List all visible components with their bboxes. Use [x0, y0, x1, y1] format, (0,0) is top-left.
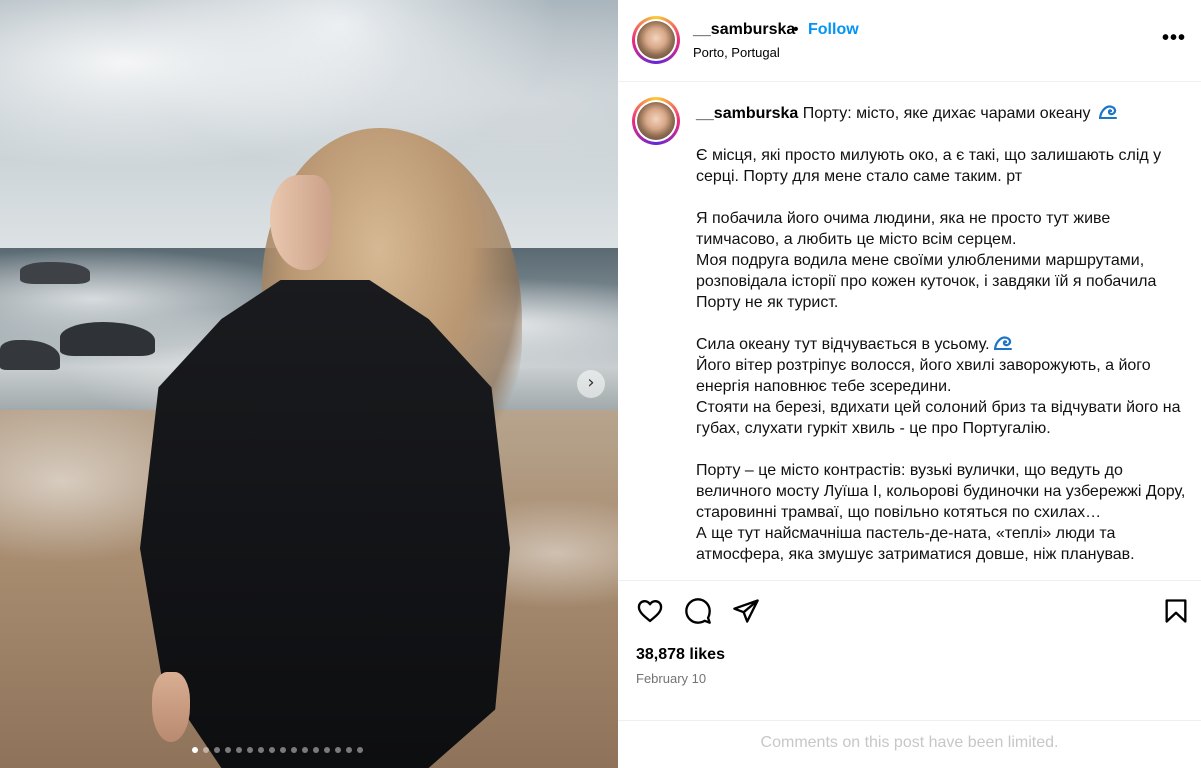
wave-emoji-icon	[1098, 105, 1117, 120]
carousel-dot[interactable]	[214, 747, 220, 753]
carousel-dot[interactable]	[258, 747, 264, 753]
follow-button[interactable]: Follow	[808, 21, 859, 39]
caption-avatar[interactable]	[632, 97, 680, 145]
chevron-right-icon: ›	[587, 372, 595, 393]
wave-emoji-icon	[993, 336, 1012, 351]
photo-jacket	[140, 280, 510, 768]
caption-paragraph: Порту – це місто контрастів: вузькі вули…	[696, 460, 1191, 565]
caption-line: Стояти на березі, вдихати цей солоний бр…	[696, 399, 1181, 437]
carousel-dot[interactable]	[247, 747, 253, 753]
share-button[interactable]	[732, 597, 762, 627]
carousel-dot[interactable]	[225, 747, 231, 753]
caption-line: Я побачила його очима людини, яка не про…	[696, 210, 1111, 248]
carousel-dot[interactable]	[357, 747, 363, 753]
paper-plane-icon	[733, 599, 759, 623]
heart-icon	[637, 600, 663, 623]
post-actions: 38,878 likes February 10	[618, 580, 1201, 730]
photo-hand	[152, 672, 190, 742]
carousel-dot[interactable]	[335, 747, 341, 753]
separator-dot: •	[793, 21, 799, 38]
post-photo[interactable]: ›	[0, 0, 618, 768]
caption-line: Є місця, які просто милують око, а є так…	[696, 147, 1162, 185]
caption-line: Моя подруга водила мене своїми улюбленим…	[696, 252, 1157, 311]
carousel-dot[interactable]	[302, 747, 308, 753]
comment-button[interactable]	[684, 597, 714, 627]
post-header: __samburska • Follow Porto, Portugal •••	[618, 0, 1201, 82]
caption-line: Сила океану тут відчувається в усьому.	[696, 334, 1191, 355]
caption-paragraph: Є місця, які просто милують око, а є так…	[696, 145, 1191, 187]
caption-paragraph: Сила океану тут відчувається в усьому. Й…	[696, 334, 1191, 439]
caption-paragraph: Я побачила його очима людини, яка не про…	[696, 208, 1191, 313]
comments-limited-notice: Comments on this post have been limited.	[618, 720, 1201, 768]
carousel-dot[interactable]	[280, 747, 286, 753]
caption-text: __samburska Порту: місто, яке дихає чара…	[696, 103, 1191, 565]
location-link[interactable]: Porto, Portugal	[693, 45, 780, 60]
photo-rock	[60, 322, 155, 356]
post-side-panel: __samburska • Follow Porto, Portugal •••…	[618, 0, 1201, 768]
carousel-dot[interactable]	[324, 747, 330, 753]
caption-line: Порту – це місто контрастів: вузькі вули…	[696, 462, 1186, 521]
carousel-dot[interactable]	[192, 747, 198, 753]
caption-headline-line: __samburska Порту: місто, яке дихає чара…	[696, 103, 1191, 124]
like-button[interactable]	[636, 597, 666, 627]
likes-count[interactable]: 38,878 likes	[636, 646, 725, 664]
carousel-dots	[192, 747, 363, 753]
carousel-dot[interactable]	[236, 747, 242, 753]
avatar-image	[637, 21, 675, 59]
caption-line: Його вітер розтріпує волосся, його хвилі…	[696, 357, 1151, 395]
carousel-next-button[interactable]: ›	[577, 370, 605, 398]
post-date: February 10	[636, 671, 707, 686]
carousel-dot[interactable]	[346, 747, 352, 753]
caption-area: __samburska Порту: місто, яке дихає чара…	[618, 83, 1201, 580]
caption-headline: Порту: місто, яке дихає чарами океану	[802, 105, 1091, 122]
caption-username[interactable]: __samburska	[696, 105, 798, 122]
save-button[interactable]	[1162, 597, 1192, 627]
carousel-dot[interactable]	[313, 747, 319, 753]
photo-rock	[20, 262, 90, 284]
author-username[interactable]: __samburska	[693, 21, 795, 39]
avatar-image	[637, 102, 675, 140]
comment-icon	[685, 598, 711, 624]
more-options-icon[interactable]: •••	[1162, 28, 1186, 48]
carousel-dot[interactable]	[203, 747, 209, 753]
carousel-dot[interactable]	[269, 747, 275, 753]
bookmark-icon	[1165, 599, 1187, 623]
caption-line: А ще тут найсмачніша пастель-де-ната, «т…	[696, 525, 1135, 563]
avatar[interactable]	[632, 16, 680, 64]
carousel-dot[interactable]	[291, 747, 297, 753]
